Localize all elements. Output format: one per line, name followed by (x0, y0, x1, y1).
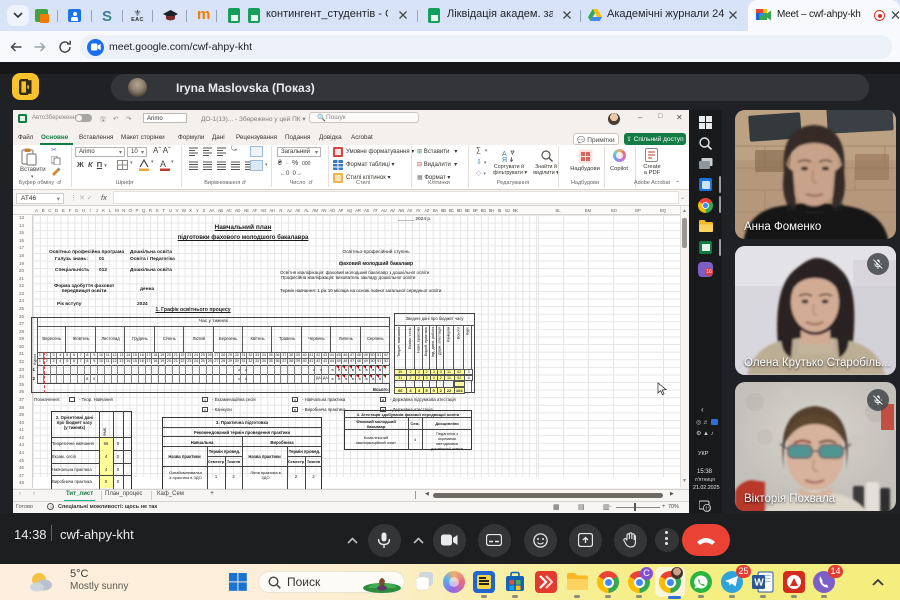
svg-text:W: W (754, 578, 764, 589)
svg-text:11: 11 (705, 506, 710, 512)
